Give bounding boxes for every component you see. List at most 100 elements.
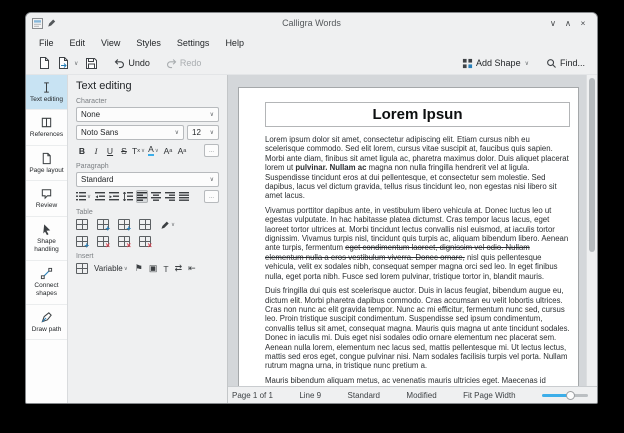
sidebar-tab-page-layout[interactable]: Page layout (26, 146, 67, 181)
ibeam-cursor-icon (40, 81, 53, 94)
sidebar-tab-draw-path[interactable]: Draw path (26, 305, 67, 340)
menu-edit[interactable]: Edit (62, 38, 94, 48)
open-document-button[interactable]: ∨ (54, 54, 82, 72)
sidebar-tab-references[interactable]: References (26, 110, 67, 145)
status-zoom-mode[interactable]: Fit Page Width (463, 391, 515, 400)
insert-row-below-icon[interactable] (118, 219, 130, 230)
text-frame-icon[interactable]: T (163, 264, 168, 274)
insert-table-button-icon[interactable] (76, 263, 88, 274)
paragraph-style-select[interactable]: Standard (76, 172, 219, 187)
bookmark-icon[interactable]: ⚑ (135, 263, 143, 274)
sidebar-tab-review[interactable]: Review (26, 181, 67, 216)
document-title[interactable]: Lorem Ipsun (265, 102, 570, 127)
font-family-select[interactable]: Noto Sans (76, 125, 184, 140)
list-style-button[interactable]: ∨ (76, 190, 92, 203)
menu-settings[interactable]: Settings (169, 38, 218, 48)
paragraph-more-button[interactable]: ... (204, 190, 219, 203)
menu-file[interactable]: File (31, 38, 62, 48)
align-justify-button[interactable] (178, 190, 190, 203)
delete-table-icon[interactable] (139, 236, 151, 247)
uppercase-button[interactable]: Aa (162, 144, 174, 157)
decrease-indent-button[interactable] (94, 190, 106, 203)
italic-button[interactable]: I (90, 144, 102, 157)
close-button[interactable]: × (577, 16, 589, 30)
document-canvas[interactable]: Lorem Ipsun Lorem ipsum dolor sit amet, … (228, 75, 597, 386)
line-spacing-icon (123, 192, 133, 201)
insert-row-above-icon[interactable] (97, 219, 109, 230)
status-modified-indicator: Modified (406, 391, 436, 400)
lowercase-button[interactable]: Aa (176, 144, 188, 157)
chevron-down-icon: ∨ (524, 60, 530, 67)
align-center-button[interactable] (150, 190, 162, 203)
superscript-subscript-button[interactable]: Tx ∨ (132, 144, 146, 157)
frame-icon[interactable]: ▣ (149, 263, 158, 274)
font-size-select[interactable]: 12 (187, 125, 219, 140)
vertical-scrollbar-thumb[interactable] (589, 78, 595, 252)
chevron-down-icon: ∨ (123, 266, 129, 272)
indent-less-icon (95, 192, 105, 201)
variable-dropdown[interactable]: Variable ∨ (94, 262, 129, 275)
redo-icon (166, 58, 177, 69)
align-right-icon (165, 192, 175, 201)
minimize-button[interactable]: ∨ (547, 16, 559, 30)
status-line-number: Line 9 (299, 391, 321, 400)
zoom-slider[interactable] (542, 390, 588, 400)
character-more-button[interactable]: ... (204, 144, 219, 157)
add-shape-label: Add Shape (476, 58, 521, 68)
insert-section-label: Insert (76, 253, 219, 260)
insert-table-icon[interactable] (76, 219, 88, 230)
border-pen-button[interactable]: ∨ (160, 218, 176, 231)
special-character-icon[interactable]: ⇄ (175, 263, 183, 274)
paragraph[interactable]: Duis fringilla dui quis est scelerisque … (265, 286, 570, 371)
chevron-down-icon: ∨ (140, 148, 146, 154)
paragraph[interactable]: Lorem ipsum dolor sit amet, consectetur … (265, 135, 570, 201)
save-button[interactable] (82, 55, 101, 72)
merge-cells-icon[interactable] (139, 219, 151, 230)
line-spacing-button[interactable] (122, 190, 134, 203)
zoom-slider-handle[interactable] (566, 391, 575, 400)
status-paragraph-style[interactable]: Standard (348, 391, 380, 400)
text-color-button[interactable]: A ∨ (148, 144, 160, 157)
index-icon[interactable]: ⇤ (188, 263, 196, 274)
app-icon (32, 18, 43, 29)
indent-more-icon (109, 192, 119, 201)
strikethrough-button[interactable]: S (118, 144, 130, 157)
add-shape-icon (462, 58, 473, 69)
desktop-background: { "window": { "title": "Calligra Words",… (0, 0, 624, 433)
add-shape-button[interactable]: Add Shape ∨ (459, 56, 533, 71)
undo-button[interactable]: Undo (111, 56, 153, 71)
maximize-button[interactable]: ∧ (562, 16, 574, 30)
new-document-button[interactable] (35, 54, 54, 72)
sidebar-tab-connect-shapes[interactable]: Connect shapes (26, 261, 67, 305)
increase-indent-button[interactable] (108, 190, 120, 203)
delete-row-icon[interactable] (97, 236, 109, 247)
menu-help[interactable]: Help (217, 38, 252, 48)
document-page[interactable]: Lorem Ipsun Lorem ipsum dolor sit amet, … (238, 87, 579, 386)
docker-title: Text editing (76, 80, 219, 92)
redo-button[interactable]: Redo (163, 56, 205, 71)
document-paragraphs[interactable]: Lorem ipsum dolor sit amet, consectetur … (265, 135, 570, 386)
menubar: File Edit View Styles Settings Help (26, 33, 597, 52)
delete-column-icon[interactable] (118, 236, 130, 247)
menu-styles[interactable]: Styles (128, 38, 169, 48)
cursor-arrow-icon (40, 223, 53, 236)
vertical-scrollbar[interactable] (586, 75, 597, 386)
bold-button[interactable]: B (76, 144, 88, 157)
menu-view[interactable]: View (93, 38, 128, 48)
sidebar-tab-text-editing[interactable]: Text editing (26, 75, 67, 110)
underline-button[interactable]: U (104, 144, 116, 157)
character-section-label: Character (76, 98, 219, 105)
text-editing-docker: Text editing Character None Noto Sans 12… (68, 75, 228, 403)
character-style-select[interactable]: None (76, 107, 219, 122)
paragraph[interactable]: Mauris bibendum aliquam metus, ac venena… (265, 376, 570, 386)
align-left-button[interactable] (136, 190, 148, 203)
search-icon (546, 58, 557, 69)
paragraph[interactable]: Vivamus porttitor dapibus ante, in vesti… (265, 206, 570, 281)
find-button[interactable]: Find... (543, 56, 588, 71)
insert-column-icon[interactable] (76, 236, 88, 247)
status-bar: Page 1 of 1 Line 9 Standard Modified Fit… (228, 386, 597, 403)
pin-icon[interactable] (46, 18, 56, 28)
align-right-button[interactable] (164, 190, 176, 203)
sidebar-tab-shape-handling[interactable]: Shape handling (26, 217, 67, 261)
redo-label: Redo (180, 58, 202, 68)
